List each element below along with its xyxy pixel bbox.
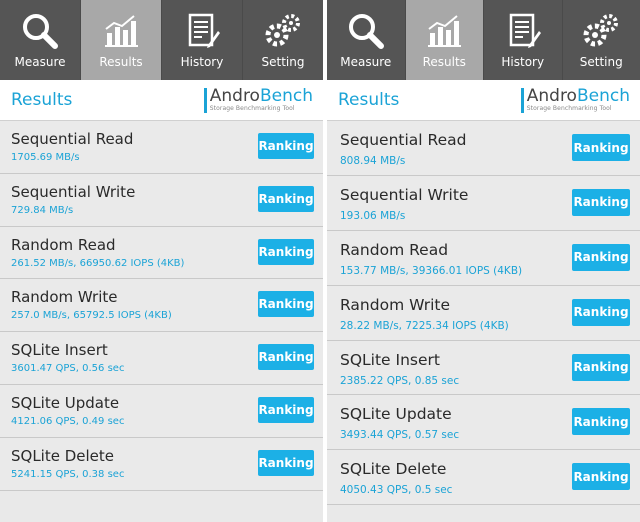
test-name: Random Read [340,240,449,259]
bar-chart-icon [105,15,138,47]
result-row-sequential-write: Sequential Write 193.06 MB/s Ranking [327,175,640,231]
search-icon [348,14,384,49]
ranking-button[interactable]: Ranking [258,133,314,159]
test-value: 193.06 MB/s [340,209,406,222]
test-value: 4050.43 QPS, 0.5 sec [340,484,453,497]
gears-icon [583,14,619,47]
phone-screen-right: Measure Results History Setting Results … [327,0,640,522]
results-list: Sequential Read 1705.69 MB/s Ranking Seq… [0,121,323,491]
tab-history[interactable]: History [484,0,563,80]
tab-measure[interactable]: Measure [327,0,406,80]
phone-screen-left: Measure Results History Setting Results … [0,0,323,522]
result-row-random-write: Random Write 28.22 MB/s, 7225.34 IOPS (4… [327,285,640,341]
brand-suffix: Bench [576,85,630,106]
ranking-button[interactable]: Ranking [572,408,630,436]
tab-label: Results [99,55,143,69]
tab-setting[interactable]: Setting [243,0,323,80]
results-header: Results AndroBench Storage Benchmarking … [0,80,323,121]
tab-results[interactable]: Results [81,0,162,80]
test-name: SQLite Insert [11,341,108,360]
ranking-button[interactable]: Ranking [258,291,314,318]
page-title: Results [338,90,400,110]
ranking-button[interactable]: Ranking [258,344,314,371]
tab-bar: Measure Results History Setting [327,0,640,80]
result-row-sqlite-insert: SQLite Insert 3601.47 QPS, 0.56 sec Rank… [0,332,323,385]
tab-label: Setting [261,55,305,69]
test-name: SQLite Insert [340,350,440,369]
test-value: 28.22 MB/s, 7225.34 IOPS (4KB) [340,319,509,332]
tab-label: History [501,55,545,69]
brand-prefix: Andro [526,85,577,106]
result-row-sqlite-update: SQLite Update 4121.06 QPS, 0.49 sec Rank… [0,384,323,438]
test-name: Random Write [11,288,118,307]
results-header: Results AndroBench Storage Benchmarking … [327,80,640,121]
ranking-button[interactable]: Ranking [572,298,630,326]
result-row-sqlite-delete: SQLite Delete 4050.43 QPS, 0.5 sec Ranki… [327,450,640,506]
tab-label: History [180,55,224,69]
tab-setting[interactable]: Setting [563,0,640,80]
page-title: Results [11,90,73,110]
result-row-random-write: Random Write 257.0 MB/s, 65792.5 IOPS (4… [0,279,323,333]
results-list: Sequential Read 808.94 MB/s Ranking Sequ… [327,121,640,506]
tab-label: Setting [579,55,623,69]
screenshot-stage: Measure Results History Setting Results … [0,0,640,522]
androbench-logo: AndroBench Storage Benchmarking Tool [203,85,313,113]
result-row-sequential-write: Sequential Write 729.84 MB/s Ranking [0,173,323,227]
ranking-button[interactable]: Ranking [258,238,314,265]
brand-prefix: Andro [209,85,260,106]
test-name: Sequential Write [11,182,136,201]
test-name: SQLite Delete [340,460,447,479]
result-row-sequential-read: Sequential Read 1705.69 MB/s Ranking [0,121,323,174]
brand-subtitle: Storage Benchmarking Tool [209,104,295,112]
result-row-sqlite-insert: SQLite Insert 2385.22 QPS, 0.85 sec Rank… [327,340,640,396]
test-value: 5241.15 QPS, 0.38 sec [11,468,125,480]
test-name: Sequential Read [11,130,134,148]
androbench-logo: AndroBench Storage Benchmarking Tool [520,85,630,113]
result-row-random-read: Random Read 261.52 MB/s, 66950.62 IOPS (… [0,226,323,280]
test-value: 153.77 MB/s, 39366.01 IOPS (4KB) [340,264,523,277]
test-name: Random Read [11,235,116,254]
ranking-button[interactable]: Ranking [572,134,630,161]
result-row-random-read: Random Read 153.77 MB/s, 39366.01 IOPS (… [327,230,640,286]
test-value: 3601.47 QPS, 0.56 sec [11,363,125,375]
result-row-sqlite-update: SQLite Update 3493.44 QPS, 0.57 sec Rank… [327,395,640,451]
test-name: SQLite Delete [11,446,115,465]
ranking-button[interactable]: Ranking [572,353,630,381]
test-name: Sequential Read [340,131,467,149]
ranking-button[interactable]: Ranking [258,396,314,423]
test-name: SQLite Update [340,405,452,424]
tab-history[interactable]: History [162,0,243,80]
test-value: 729.84 MB/s [11,204,74,216]
test-value: 2385.22 QPS, 0.85 sec [340,374,460,387]
document-icon [509,13,541,48]
ranking-button[interactable]: Ranking [572,463,630,491]
ranking-button[interactable]: Ranking [258,449,314,476]
brand-suffix: Bench [259,85,313,106]
test-name: SQLite Update [11,393,120,412]
ranking-button[interactable]: Ranking [258,185,314,212]
ranking-button[interactable]: Ranking [572,243,630,271]
tab-label: Measure [340,55,392,69]
test-name: Sequential Write [340,185,469,204]
tab-measure[interactable]: Measure [0,0,81,80]
brand-subtitle: Storage Benchmarking Tool [526,104,612,112]
test-value: 261.52 MB/s, 66950.62 IOPS (4KB) [11,257,185,269]
tab-bar: Measure Results History Setting [0,0,323,80]
test-value: 4121.06 QPS, 0.49 sec [11,415,125,427]
result-row-sequential-read: Sequential Read 808.94 MB/s Ranking [327,121,640,176]
test-name: Random Write [340,295,451,314]
test-value: 808.94 MB/s [340,155,406,167]
gears-icon [265,14,300,47]
document-icon [188,13,220,48]
tab-label: Results [422,55,466,69]
tab-label: Measure [14,55,66,69]
result-row-sqlite-delete: SQLite Delete 5241.15 QPS, 0.38 sec Rank… [0,437,323,491]
test-value: 257.0 MB/s, 65792.5 IOPS (4KB) [11,310,172,322]
ranking-button[interactable]: Ranking [572,188,630,216]
bar-chart-icon [428,15,462,47]
tab-results[interactable]: Results [405,0,484,80]
test-value: 3493.44 QPS, 0.57 sec [340,429,460,442]
test-value: 1705.69 MB/s [11,152,80,163]
search-icon [23,14,58,49]
